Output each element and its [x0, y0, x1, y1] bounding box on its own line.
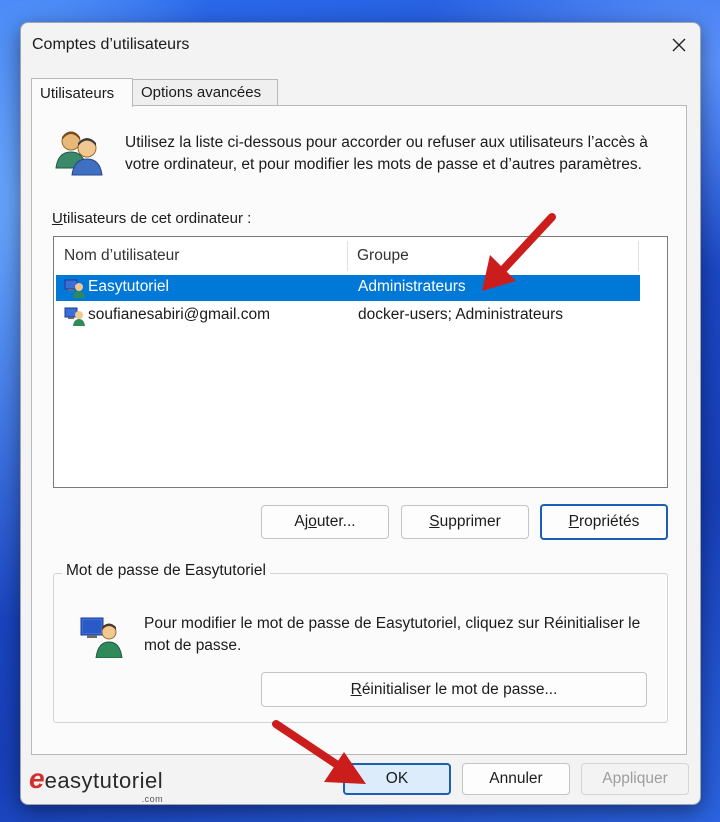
table-row[interactable]: soufianesabiri@gmail.com docker-users; A… — [56, 303, 640, 329]
row-group: docker-users; Administrateurs — [358, 306, 564, 323]
user-accounts-dialog: Comptes d’utilisateurs Utilisateurs Opti… — [20, 22, 701, 805]
tab-users-label: Utilisateurs — [40, 84, 115, 102]
column-separator[interactable] — [347, 241, 348, 271]
row-username: Easytutoriel — [88, 278, 169, 295]
column-separator[interactable] — [638, 241, 639, 271]
intro-description: Utilisez la liste ci-dessous pour accord… — [125, 134, 648, 173]
list-header: Nom d’utilisateur Groupe — [54, 237, 667, 275]
column-header-username[interactable]: Nom d’utilisateur — [64, 237, 179, 275]
properties-button[interactable]: Propriétés — [540, 504, 668, 540]
row-username: soufianesabiri@gmail.com — [88, 306, 271, 323]
tab-advanced-options[interactable]: Options avancées — [132, 79, 278, 105]
column-header-group[interactable]: Groupe — [357, 237, 409, 275]
user-account-icon — [64, 279, 85, 298]
users-tab-panel: Utilisez la liste ci-dessous pour accord… — [31, 105, 687, 755]
title-bar: Comptes d’utilisateurs — [21, 23, 700, 69]
tab-advanced-options-label: Options avancées — [141, 84, 262, 101]
row-group: Administrateurs — [358, 278, 466, 295]
close-button[interactable] — [664, 31, 694, 59]
close-icon — [672, 38, 686, 52]
table-row[interactable]: Easytutoriel Administrateurs — [56, 275, 640, 301]
remove-user-button[interactable]: Supprimer — [401, 505, 529, 539]
logo-mark: e — [29, 763, 45, 794]
users-list[interactable]: Nom d’utilisateur Groupe Easytutoriel Ad… — [53, 236, 668, 488]
add-user-button[interactable]: Aj o uter... — [261, 505, 389, 539]
ok-button[interactable]: OK — [343, 763, 451, 795]
cancel-button[interactable]: Annuler — [462, 763, 570, 795]
users-list-label: Utilisateurs de cet ordinateur : — [52, 210, 252, 227]
user-password-icon — [80, 617, 123, 658]
reset-password-button[interactable]: Réinitialiser le mot de passe... — [261, 672, 647, 707]
users-group-icon — [55, 131, 103, 176]
logo-wordmark: easytutoriel .com — [44, 768, 164, 805]
password-description: Pour modifier le mot de passe de Easytut… — [144, 615, 641, 654]
password-group-title: Mot de passe de Easytutoriel — [62, 562, 270, 580]
apply-button[interactable]: Appliquer — [581, 763, 689, 795]
user-account-icon — [64, 307, 85, 326]
easytutoriel-logo: e easytutoriel .com — [29, 761, 164, 805]
window-title: Comptes d’utilisateurs — [32, 36, 190, 53]
tab-users[interactable]: Utilisateurs — [31, 78, 133, 107]
